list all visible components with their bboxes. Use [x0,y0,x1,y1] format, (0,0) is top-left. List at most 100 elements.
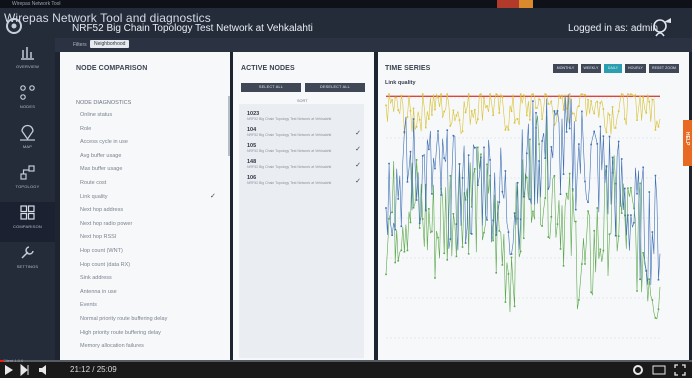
data-point [424,126,427,129]
node-list-item[interactable]: 148 NRF52 Big Chain Topology Test Network… [247,159,361,170]
data-point [556,110,559,112]
diagnostics-scrollbar[interactable] [228,96,230,156]
data-point [421,218,424,220]
nav-overview-label: OVERVIEW [15,64,40,69]
data-point [495,234,498,236]
diagnostic-item[interactable]: Role [80,126,91,133]
filter-chip-neighborhood[interactable]: Neighborhood [90,40,130,48]
data-point [645,270,648,272]
data-point [538,160,540,162]
data-point [510,110,513,113]
node-list-item[interactable]: 105 NRF52 Big Chain Topology Test Network… [247,143,361,154]
fullscreen-icon[interactable] [674,364,686,376]
comparison-grid-icon [20,205,35,220]
data-point [498,201,501,203]
node-network-name: NRF52 Big Chain Topology Test Network at… [247,117,332,121]
link-quality-chart[interactable] [378,52,689,360]
theater-mode-icon[interactable] [652,364,666,376]
node-list-item[interactable]: 104 NRF52 Big Chain Topology Test Network… [247,127,361,138]
data-point [489,93,491,95]
nav-nodes[interactable]: NODES [0,82,55,122]
data-point [449,175,452,177]
data-point [455,114,458,117]
volume-icon[interactable] [38,364,50,376]
data-point [446,93,449,95]
data-point [394,96,396,99]
diagnostic-item[interactable]: Antenna in use [80,289,117,296]
data-point [385,104,387,107]
sort-button[interactable]: SORT [297,99,307,103]
data-point [431,230,433,233]
data-point [486,105,488,107]
node-list-item[interactable]: 1023 NRF52 Big Chain Topology Test Networ… [247,111,361,122]
diagnostic-item[interactable]: Hop count (data RX) [80,262,130,269]
diagnostic-item[interactable]: Avg buffer usage [80,153,121,160]
nav-map[interactable]: MAP [0,122,55,162]
diagnostic-item[interactable]: Online status [80,112,112,119]
diagnostic-item[interactable]: High priority route buffering delay [80,330,161,337]
data-point [544,93,546,95]
app-header: Wirepas Network Tool and diagnostics NRF… [0,8,692,38]
node-list-item[interactable]: 106 NRF52 Big Chain Topology Test Network… [247,175,361,186]
data-point [648,100,651,103]
data-point [642,166,644,169]
select-all-button[interactable]: SELECT ALL [241,83,301,92]
monthly-button[interactable]: MONTHLY [553,64,578,73]
reset-zoom-button[interactable]: RESET ZOOM [649,64,679,73]
data-point [587,210,589,212]
data-point [538,98,540,101]
data-point [522,195,525,198]
daily-button[interactable]: DAILY [604,64,622,73]
data-point [385,273,387,276]
data-point [403,131,406,133]
data-point [611,156,614,159]
data-point [596,142,599,145]
diagnostic-item[interactable]: Route cost [80,180,106,187]
data-point [443,157,445,159]
next-icon[interactable] [20,364,30,376]
diagnostic-item[interactable]: Access cycle in use [80,139,128,146]
diagnostic-item[interactable]: Memory allocation failures [80,343,144,350]
hourly-button[interactable]: HOURLY [625,64,646,73]
diagnostic-item[interactable]: Hop count (WNT) [80,248,123,255]
nav-topology[interactable]: TOPOLOGY [0,162,55,202]
data-point [651,98,654,101]
settings-gear-icon[interactable] [632,364,644,376]
data-point [501,96,504,98]
data-point [477,184,479,187]
data-point [437,236,439,239]
data-point [455,255,458,258]
network-name: NRF52 Big Chain Topology Test Network at… [72,23,313,34]
data-point [452,134,455,137]
nav-overview[interactable]: OVERVIEW [0,42,55,82]
data-point [623,118,626,120]
diagnostic-item[interactable]: Events [80,302,97,309]
weekly-button[interactable]: WEEKLY [581,64,601,73]
video-time: 21:12 / 25:09 [70,365,117,374]
diagnostic-item[interactable]: Next hop radio power [80,221,132,228]
help-tab[interactable]: HELP [683,120,692,166]
data-point [412,206,415,209]
nav-comparison[interactable]: COMPARISON [0,202,55,242]
data-point [467,252,470,255]
data-point [535,112,537,114]
data-point [458,163,461,165]
diagnostic-item[interactable]: Sink address [80,275,112,282]
data-point [550,215,553,218]
data-point [544,197,546,199]
deselect-all-button[interactable]: DESELECT ALL [305,83,365,92]
play-icon[interactable] [4,364,14,376]
data-point [565,192,568,195]
data-point [550,146,553,148]
diagnostic-item[interactable]: Next hop address [80,207,123,214]
data-point [477,146,479,149]
window-titlebar: Wirepas Network Tool [0,0,692,14]
diagnostic-item[interactable]: Link quality [80,194,108,201]
data-point [461,130,464,133]
diagnostic-item[interactable]: Next hop RSSI [80,234,116,241]
logged-in-user: Logged in as: admin [568,23,659,34]
nav-settings[interactable]: SETTINGS [0,242,55,282]
user-account-icon[interactable] [652,16,674,38]
diagnostic-item[interactable]: Max buffer usage [80,166,122,173]
diagnostic-item[interactable]: Normal priority route buffering delay [80,316,167,323]
